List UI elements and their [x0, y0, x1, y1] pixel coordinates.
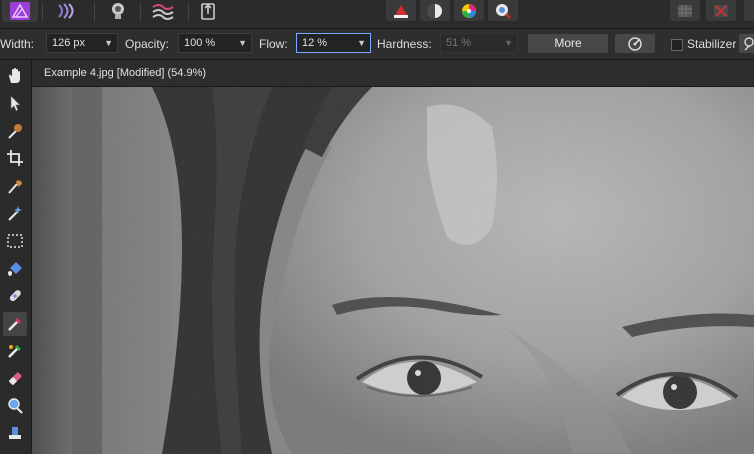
- grid-icon[interactable]: [670, 0, 700, 21]
- separator: [188, 2, 189, 22]
- separator: [94, 2, 95, 22]
- top-toolbar: [0, 0, 754, 29]
- portrait-photo: [32, 87, 754, 454]
- chevron-down-icon[interactable]: ▼: [104, 34, 113, 52]
- crop-icon[interactable]: [3, 146, 27, 170]
- liquify-persona-icon[interactable]: [50, 0, 86, 22]
- rope-mode-icon[interactable]: [739, 34, 754, 53]
- blend-icon[interactable]: [420, 0, 450, 21]
- pressure-icon[interactable]: [615, 34, 655, 53]
- eraser-icon[interactable]: [3, 367, 27, 391]
- zoom-icon[interactable]: [3, 394, 27, 418]
- hardness-field[interactable]: 51 % ▼: [440, 33, 518, 53]
- document-title: Example 4.jpg [Modified] (54.9%): [44, 67, 207, 79]
- photo-canvas[interactable]: [32, 87, 754, 454]
- hand-icon[interactable]: [3, 64, 27, 88]
- close-red-icon[interactable]: [706, 0, 736, 21]
- color-wheel-icon[interactable]: [454, 0, 484, 21]
- flow-label: Flow:: [259, 37, 288, 51]
- context-toolbar: Width: 126 px ▼ Opacity: 100 % ▼ Flow: 1…: [0, 29, 754, 60]
- separator: [42, 2, 43, 22]
- flow-value: 12 %: [302, 37, 328, 49]
- opacity-field[interactable]: 100 % ▼: [178, 33, 252, 53]
- opacity-value: 100 %: [184, 37, 216, 49]
- stabilizer-checkbox[interactable]: [671, 39, 683, 51]
- document-tab[interactable]: Example 4.jpg [Modified] (54.9%): [32, 60, 754, 87]
- width-label: Width:: [0, 37, 35, 51]
- width-value: 126 px: [52, 37, 86, 49]
- overflow-button[interactable]: [744, 0, 754, 21]
- separator: [140, 2, 141, 22]
- color-picker-icon[interactable]: [3, 119, 27, 143]
- flood-fill-icon[interactable]: [3, 257, 27, 281]
- move-icon[interactable]: [3, 91, 27, 115]
- paint-mixer-icon[interactable]: [3, 339, 27, 363]
- marquee-icon[interactable]: [3, 229, 27, 253]
- healing-icon[interactable]: [3, 284, 27, 308]
- width-field[interactable]: 126 px ▼: [46, 33, 118, 53]
- magic-icon[interactable]: [488, 0, 518, 21]
- hardness-value: 51 %: [446, 37, 472, 49]
- chevron-down-icon[interactable]: ▼: [238, 34, 247, 52]
- tone-mapping-persona-icon[interactable]: [145, 0, 181, 22]
- opacity-label: Opacity:: [125, 37, 170, 51]
- magic-wand-icon[interactable]: [3, 201, 27, 225]
- export-persona-icon[interactable]: [190, 0, 226, 22]
- paint-brush-icon[interactable]: [3, 312, 27, 336]
- brush-icon[interactable]: [386, 0, 416, 21]
- tools-panel: [0, 60, 32, 454]
- chevron-down-icon[interactable]: ▼: [357, 34, 366, 52]
- clone-stamp-icon[interactable]: [3, 422, 27, 446]
- photo-persona-icon[interactable]: [2, 0, 38, 22]
- flow-field[interactable]: 12 % ▼: [296, 33, 371, 53]
- develop-persona-icon[interactable]: [100, 0, 136, 22]
- stabilizer-label: Stabilizer: [687, 37, 737, 51]
- selection-brush-icon[interactable]: [3, 174, 27, 198]
- more-button[interactable]: More: [528, 34, 608, 53]
- hardness-label: Hardness:: [377, 37, 432, 51]
- chevron-down-icon[interactable]: ▼: [504, 34, 513, 52]
